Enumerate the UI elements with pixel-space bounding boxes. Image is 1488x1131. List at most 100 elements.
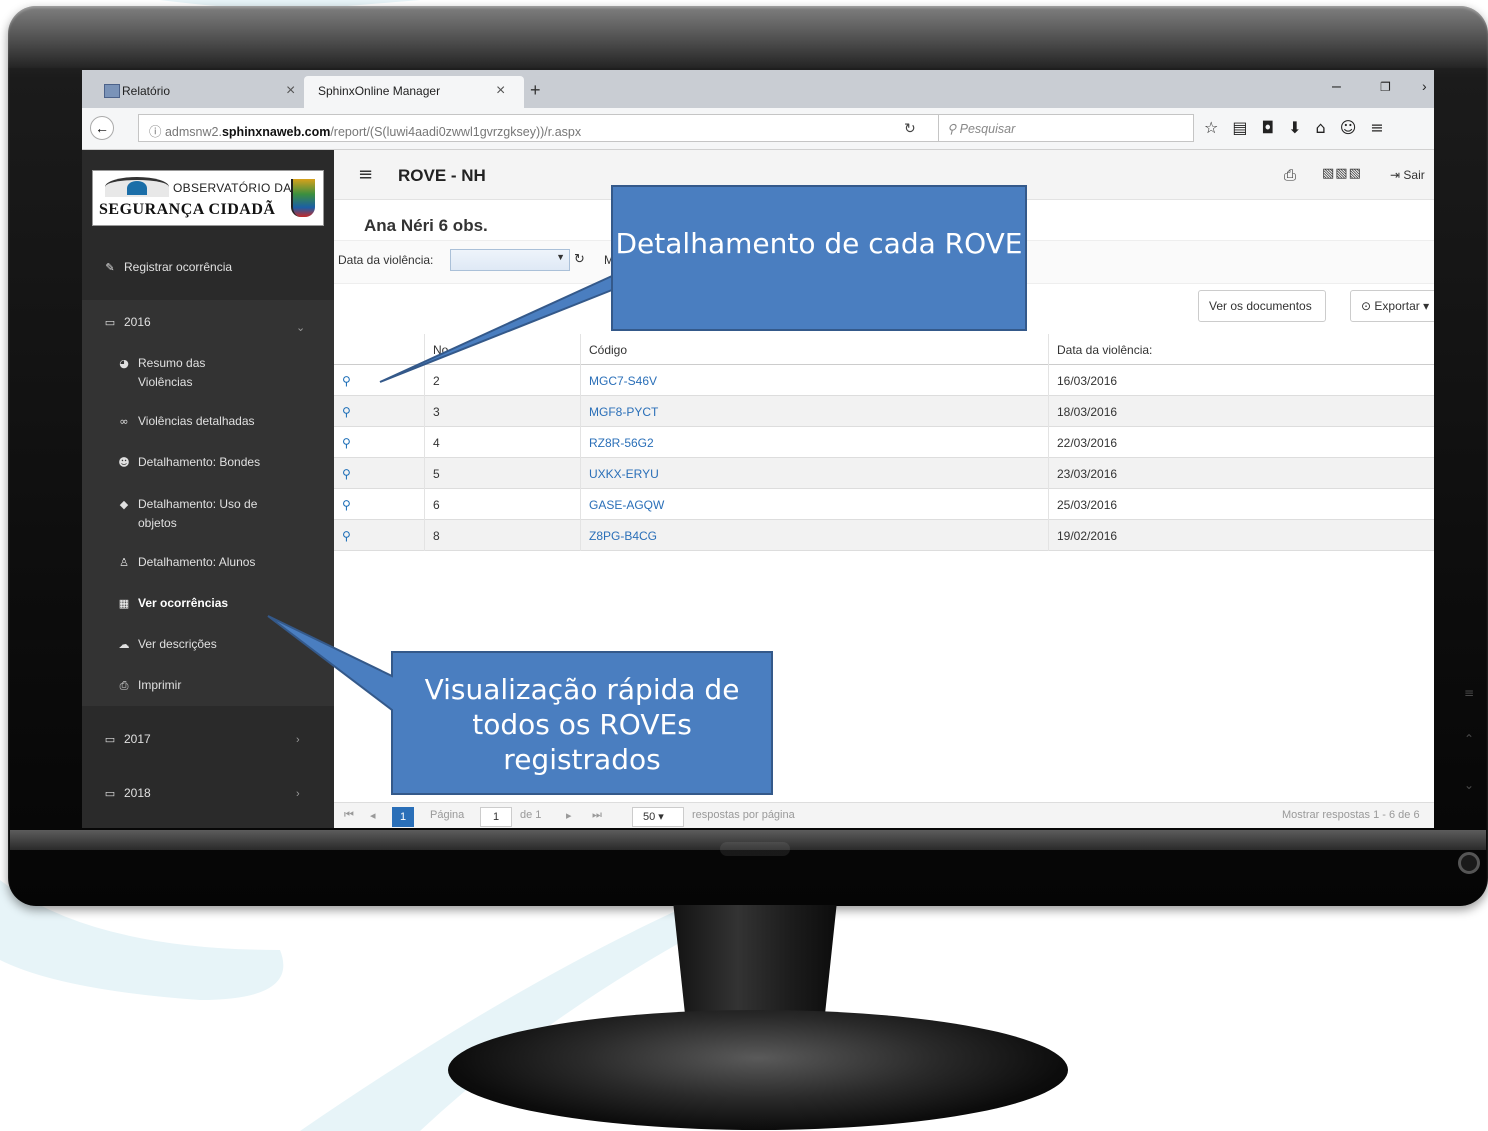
eye-pupil-icon [127,181,147,195]
column-header-no[interactable]: No [424,334,580,365]
sidebar-item-label: Ver ocorrências [138,596,229,610]
sidebar-item-label: Resumo das [138,356,206,370]
cell-no: 2 [424,365,580,396]
pencil-icon: ✎ [105,261,115,274]
column-header-data[interactable]: Data da violência: [1048,334,1434,365]
date-filter-select[interactable]: ▼ [450,249,570,271]
window-close-icon[interactable]: › [1422,78,1427,94]
new-tab-icon[interactable]: + [530,80,541,101]
prev-page-icon[interactable]: ◂ [370,809,376,822]
tab-sphinxonline[interactable]: SphinxOnline Manager × [304,76,524,108]
sidebar-item-alunos[interactable]: ♙ Detalhamento: Alunos [82,553,334,572]
tab-relatorio[interactable]: Relatório × [92,76,302,108]
reading-list-icon[interactable]: ▤ [1232,118,1261,137]
sidebar-year-2016[interactable]: ▭ 2016 ⌄ [82,315,334,334]
sidebar-item-ver-ocorrencias[interactable]: ▦ Ver ocorrências [82,594,334,613]
back-arrow-icon[interactable]: ← [90,116,114,140]
power-button[interactable] [1458,852,1480,874]
table-row: ⚲ 6 GASE-AGQW 25/03/2016 [334,489,1434,520]
search-icon: ⚲ [947,122,960,136]
cell-codigo-link[interactable]: MGF8-PYCT [580,396,1048,427]
magnifier-icon: ⚲ [342,529,351,543]
logout-label: Sair [1403,168,1425,182]
bookmark-star-icon[interactable]: ☆ [1204,118,1232,137]
view-detail-button[interactable]: ⚲ [334,520,424,551]
print-icon[interactable]: ⎙ [1284,166,1296,184]
monitor-stand-base [448,1010,1068,1130]
callout-detail-text: Detalhamento de cada ROVE [615,227,1023,260]
sidebar: OBSERVATÓRIO DA SEGURANÇA CIDADÃ ✎ Regist… [82,150,334,828]
table-icon: ▦ [118,597,130,610]
main-header: ≡ ROVE - NH ⎙ ▧▧▧ ⇥ Sair [334,150,1434,200]
view-detail-button[interactable]: ⚲ [334,489,424,520]
observatorio-logo[interactable]: OBSERVATÓRIO DA SEGURANÇA CIDADÃ [92,170,324,226]
chevron-right-icon: › [296,734,300,746]
column-header-codigo[interactable]: Código [580,334,1048,365]
current-page-button[interactable]: 1 [392,807,414,827]
search-input[interactable]: ⚲ Pesquisar [938,114,1194,142]
monitor-down-icon[interactable]: ⌄ [1464,778,1478,792]
view-documents-button[interactable]: Ver os documentos [1198,290,1326,322]
callout-quick-line2: todos os ROVEs [472,708,692,741]
page-of-label: de 1 [520,809,542,821]
sidebar-item-imprimir[interactable]: ⎙ Imprimir [82,676,334,695]
cell-codigo-link[interactable]: GASE-AGQW [580,489,1048,520]
cell-codigo-link[interactable]: RZ8R-56G2 [580,427,1048,458]
view-detail-button[interactable]: ⚲ [334,458,424,489]
sidebar-item-ver-descricoes[interactable]: ☁ Ver descrições [82,635,334,654]
cell-no: 6 [424,489,580,520]
monitor-up-icon[interactable]: ⌃ [1464,732,1478,746]
close-icon[interactable]: × [286,82,295,100]
calendar-icon: ▭ [104,733,116,746]
table-header: No Código Data da violência: [334,334,1434,365]
view-detail-button[interactable]: ⚲ [334,396,424,427]
cell-no: 3 [424,396,580,427]
sidebar-item-resumo[interactable]: ◕ Resumo das Violências [82,354,334,391]
menu-icon[interactable]: ≡ [1370,118,1397,137]
cell-codigo-link[interactable]: Z8PG-B4CG [580,520,1048,551]
cell-codigo-link[interactable]: MGC7-S46V [580,365,1048,396]
view-detail-button[interactable]: ⚲ [334,365,424,396]
restore-icon[interactable]: ❐ [1380,80,1391,94]
print-icon: ⎙ [119,679,129,692]
sidebar-item-label: Ver descrições [138,637,217,651]
sidebar-item-label-2: objetos [138,516,177,530]
monitor-menu-icon[interactable]: ≡ [1464,686,1478,700]
next-page-icon[interactable]: ▸ [566,809,572,822]
hamburger-menu-icon[interactable]: ≡ [358,164,373,185]
download-icon[interactable]: ⬇ [1288,118,1315,137]
export-icon: ⊙ [1361,299,1375,313]
page-size-select[interactable]: 50 ▾ [632,807,684,827]
sidebar-year-label: 2017 [124,732,151,746]
export-button[interactable]: ⊙ Exportar ▾ [1350,290,1434,322]
cell-no: 5 [424,458,580,489]
cell-codigo-link[interactable]: UXKX-ERYU [580,458,1048,489]
table-row: ⚲ 5 UXKX-ERYU 23/03/2016 [334,458,1434,489]
view-detail-button[interactable]: ⚲ [334,427,424,458]
sidebar-item-label: Imprimir [138,678,182,692]
info-icon: ⓘ [149,125,165,139]
sidebar-item-label-2: Violências [138,375,193,389]
export-formats-icon[interactable]: ▧▧▧ [1322,166,1362,181]
sidebar-item-register[interactable]: ✎ Registrar ocorrência [82,260,334,274]
pocket-icon[interactable]: ◘ [1261,118,1288,137]
close-icon[interactable]: × [496,82,505,100]
url-field[interactable]: ⓘ admsnw2.sphinxnaweb.com/report/(S(luwi… [138,114,978,142]
logout-button[interactable]: ⇥ Sair [1390,168,1425,182]
reload-icon[interactable]: ↻ [904,120,916,137]
home-icon[interactable]: ⌂ [1316,118,1340,137]
sidebar-item-label: Violências detalhadas [138,414,255,428]
page-input[interactable]: 1 [480,807,512,827]
sidebar-item-violencias[interactable]: ∞ Violências detalhadas [82,412,334,431]
sidebar-item-bondes[interactable]: ☻ Detalhamento: Bondes [82,453,334,472]
browser-toolbar: ☆▤◘⬇⌂☺≡ [1204,118,1398,137]
sidebar-item-objetos[interactable]: ◆ Detalhamento: Uso de objetos [82,495,334,532]
last-page-icon[interactable]: ⏭ [592,809,602,822]
first-page-icon[interactable]: ⏮ [344,809,354,822]
callout-quick-line1: Visualização rápida de [424,673,740,706]
chat-icon[interactable]: ☺ [1340,118,1371,137]
sidebar-year-2017[interactable]: ▭ 2017 › [82,732,334,746]
minimize-icon[interactable]: – [1332,78,1341,96]
refresh-icon[interactable]: ↻ [574,252,585,267]
sidebar-year-2018[interactable]: ▭ 2018 › [82,786,334,800]
